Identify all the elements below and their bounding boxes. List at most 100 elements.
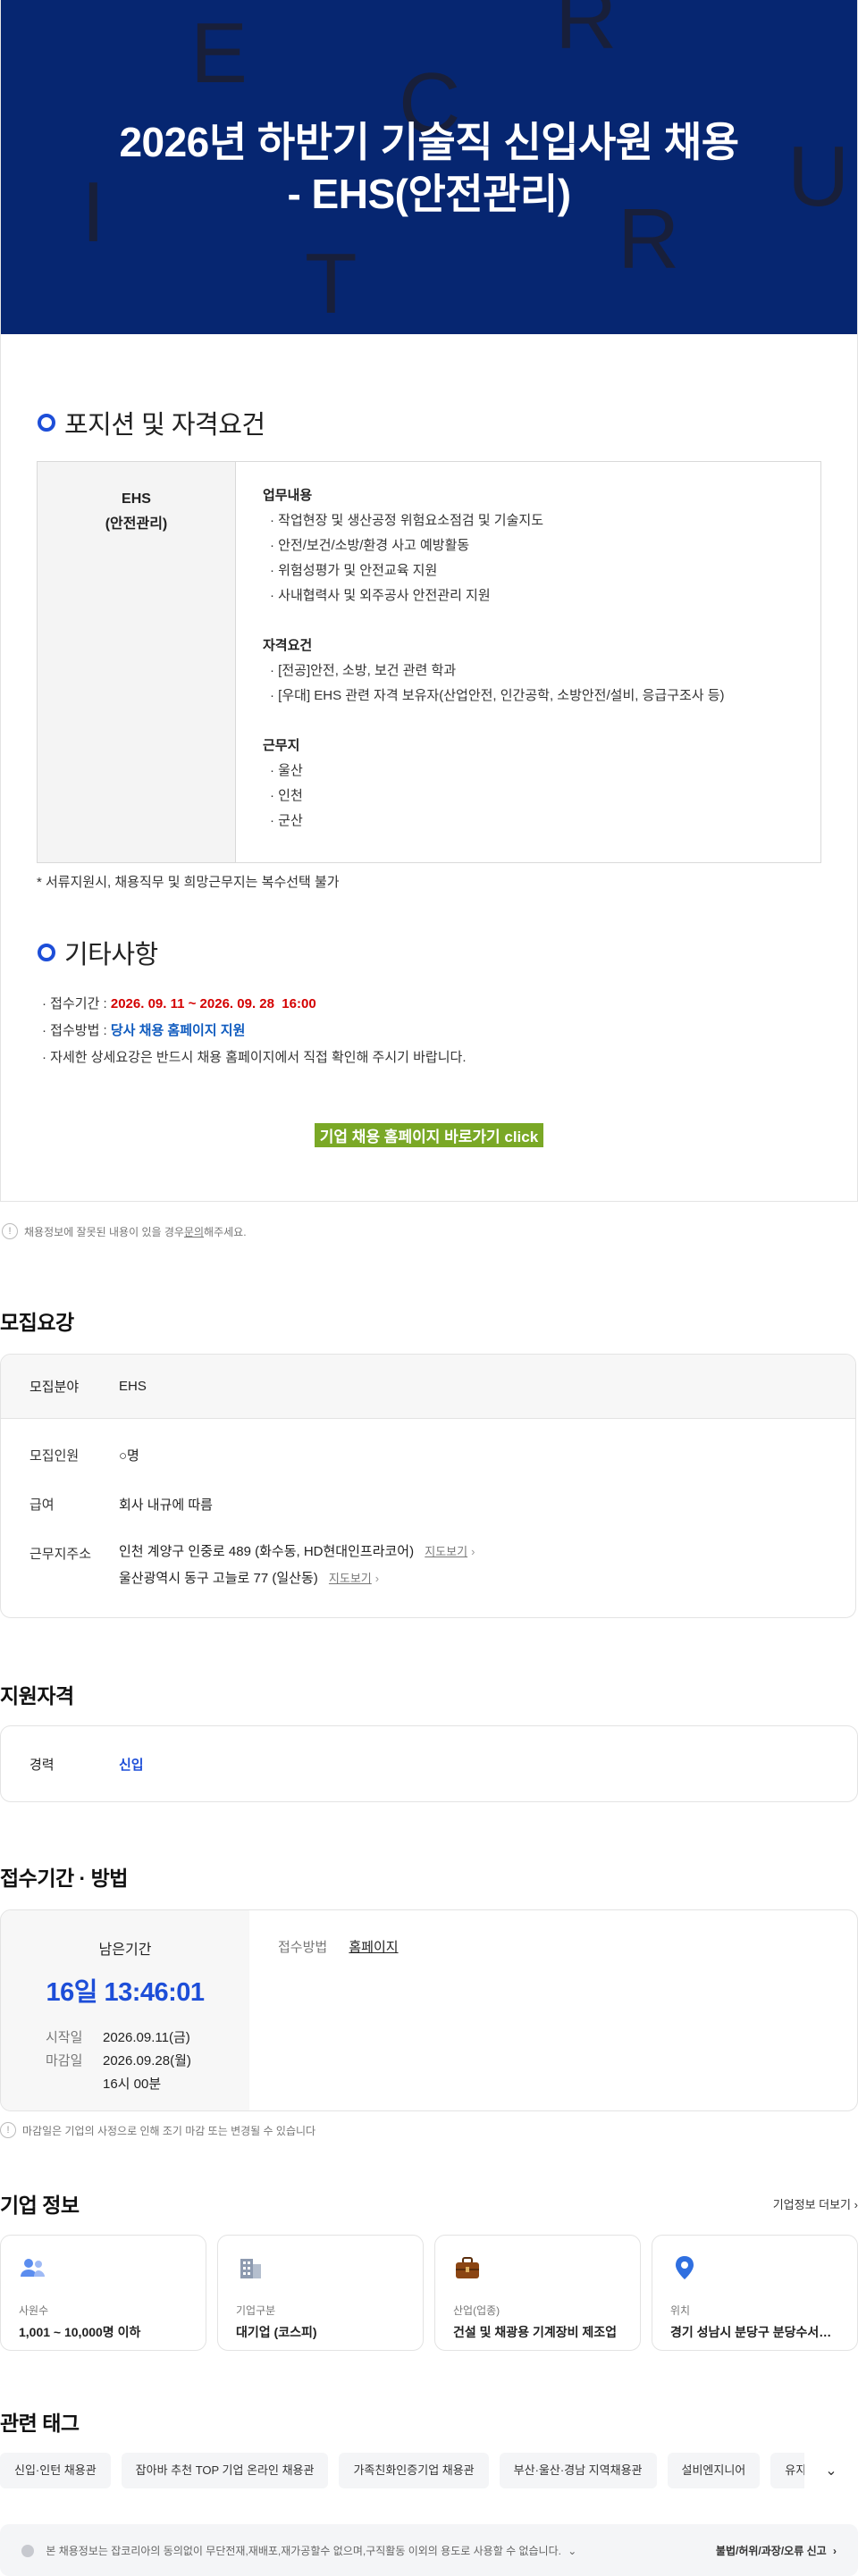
address-line: 인천 계양구 인중로 489 (화수동, HD현대인프라코어) 지도보기 › xyxy=(119,1539,475,1565)
apply-method-panel: 접수방법 홈페이지 xyxy=(249,1910,427,2110)
qualification-box: 경력 신입 xyxy=(0,1725,858,1802)
locations-title: 근무지 xyxy=(263,738,300,753)
start-label: 시작일 xyxy=(46,2030,83,2045)
remaining-time-panel: 남은기간 16일 13:46:01 시작일 2026.09.11(금) 마감일 20… xyxy=(1,1910,249,2110)
address2-text: 울산광역시 동구 고늘로 77 (일산동) xyxy=(119,1571,318,1586)
position-name-line1: EHS xyxy=(122,491,151,507)
tags-expand-button[interactable]: ⌄ xyxy=(804,2453,858,2488)
career-label: 경력 xyxy=(29,1757,55,1773)
duty-item: 위험성평가 및 안전교육 지원 xyxy=(263,558,725,583)
company-section: 기업 정보 기업정보 더보기 › 사원수 1,001 ~ 10,000명 이하 … xyxy=(0,2188,858,2351)
tag-item[interactable]: 부산·울산·경남 지역채용관 xyxy=(499,2453,657,2488)
position-name: EHS (안전관리) xyxy=(38,462,236,862)
count-value: ○명 xyxy=(119,1448,139,1464)
tag-list: 신입·인턴 채용관 잡아바 추천 TOP 기업 온라인 채용관 가족친화인증기업… xyxy=(0,2453,858,2488)
etc-period: 접수기간 : 2026. 09. 11 ~ 2026. 09. 28 16:00 xyxy=(42,991,821,1018)
card-value: 대기업 (코스피) xyxy=(236,2325,317,2339)
report-abuse-link[interactable]: 불법/허위/과장/오류 신고 › xyxy=(716,2543,837,2558)
recruit-box: 모집분야 EHS 모집인원 ○명 급여 회사 내규에 따름 근무지주소 인천 계… xyxy=(0,1354,856,1618)
period-box: 남은기간 16일 13:46:01 시작일 2026.09.11(금) 마감일 20… xyxy=(0,1909,858,2111)
report-inquiry-link[interactable]: 문의 xyxy=(184,1224,204,1239)
apply-method-label: 접수방법 xyxy=(278,1940,328,1955)
report-notice: ! 채용정보에 잘못된 내용이 있을 경우 문의 해주세요. xyxy=(2,1223,858,1239)
locations-group: 근무지 울산 인천 군산 xyxy=(263,734,725,834)
card-value: 건설 및 채광용 기계장비 제조업 xyxy=(453,2325,617,2339)
etc-method: 접수방법 : 당사 채용 홈페이지 지원 xyxy=(42,1018,821,1045)
etc-list: 접수기간 : 2026. 09. 11 ~ 2026. 09. 28 16:00… xyxy=(37,991,821,1071)
etc-detail: 자세한 상세요강은 반드시 채용 홈페이지에서 직접 확인해 주시기 바랍니다. xyxy=(42,1045,821,1071)
building-icon xyxy=(240,2259,261,2278)
tag-item[interactable]: 신입·인턴 채용관 xyxy=(0,2453,111,2488)
etc-period-label: 접수기간 : xyxy=(50,996,111,1011)
chevron-right-icon: › xyxy=(854,2197,858,2211)
card-value: 1,001 ~ 10,000명 이하 xyxy=(19,2325,141,2339)
company-title: 기업 정보 xyxy=(0,2194,80,2217)
job-poster: E R C I R T U 2026년 하반기 기술직 신입사원 채용 - EH… xyxy=(0,0,858,1202)
card-value: 경기 성남시 분당구 분당수서로 477 xyxy=(670,2325,839,2339)
map-link[interactable]: 지도보기 xyxy=(329,1572,372,1585)
qualification-section: 지원자격 경력 신입 xyxy=(0,1679,858,1802)
section-title-text: 포지션 및 자격요건 xyxy=(64,411,265,440)
chevron-down-icon[interactable]: ⌄ xyxy=(568,2545,576,2557)
duties-title: 업무내용 xyxy=(263,488,313,503)
location-item: 군산 xyxy=(263,809,725,834)
position-name-line2: (안전관리) xyxy=(105,516,168,532)
section-title-position: 포지션 및 자격요건 xyxy=(37,404,821,441)
banner-bg-letter: E xyxy=(190,5,248,101)
poster-title: 2026년 하반기 기술직 신입사원 채용 - EHS(안전관리) xyxy=(1,116,857,220)
info-icon: ! xyxy=(0,2122,16,2138)
tag-item[interactable]: 가족친화인증기업 채용관 xyxy=(339,2453,489,2488)
notice-dot-icon xyxy=(21,2545,34,2558)
poster-banner: E R C I R T U 2026년 하반기 기술직 신입사원 채용 - EH… xyxy=(1,0,857,334)
field-value: EHS xyxy=(119,1379,147,1394)
company-card-location: 위치 경기 성남시 분당구 분당수서로 477 xyxy=(652,2235,858,2351)
tag-item[interactable]: 잡아바 추천 TOP 기업 온라인 채용관 xyxy=(121,2453,329,2488)
field-label: 모집분야 xyxy=(29,1380,80,1395)
report-abuse-text: 불법/허위/과장/오류 신고 xyxy=(715,2544,827,2557)
report-text-after: 해주세요. xyxy=(204,1225,247,1238)
qualification-title: 지원자격 xyxy=(0,1684,74,1708)
duties-group: 업무내용 작업현장 및 생산공정 위험요소점검 및 기술지도 안전/보건/소방/… xyxy=(263,483,725,608)
banner-bg-letter: R xyxy=(555,0,618,67)
chevron-right-icon: › xyxy=(374,1572,380,1585)
end-label: 마감일 xyxy=(46,2053,83,2068)
start-value: 2026.09.11(금) xyxy=(103,2030,190,2045)
period-dates: 시작일 2026.09.11(금) 마감일 2026.09.28(월) 16시 00… xyxy=(1,2026,249,2096)
remain-countdown: 16일 13:46:01 xyxy=(46,1978,205,2007)
period-section: 접수기간 · 방법 남은기간 16일 13:46:01 시작일 2026.09.1… xyxy=(0,1861,858,2138)
requirements-title: 자격요건 xyxy=(263,638,313,653)
company-more-link[interactable]: 기업정보 더보기 › xyxy=(773,2195,858,2212)
footer-text: 본 채용정보는 잡코리아의 동의없이 무단전재,재배포,재가공할수 없으며,구직… xyxy=(46,2544,561,2557)
recruit-section: 모집요강 모집분야 EHS 모집인원 ○명 급여 회사 내규에 따름 근무지주소… xyxy=(0,1305,858,1618)
position-table: EHS (안전관리) 업무내용 작업현장 및 생산공정 위험요소점검 및 기술지… xyxy=(37,461,821,863)
period-note-text: 마감일은 기업의 사정으로 인해 조기 마감 또는 변경될 수 있습니다 xyxy=(22,2124,316,2137)
location-pin-icon xyxy=(676,2256,694,2279)
position-details: 업무내용 작업현장 및 생산공정 위험요소점검 및 기술지도 안전/보건/소방/… xyxy=(236,462,752,862)
map-link[interactable]: 지도보기 xyxy=(425,1545,467,1558)
footer-notice: 본 채용정보는 잡코리아의 동의없이 무단전재,재배포,재가공할수 없으며,구직… xyxy=(0,2524,858,2576)
tag-item[interactable]: 설비엔지니어 xyxy=(667,2453,761,2488)
info-icon: ! xyxy=(2,1223,18,1239)
duty-item: 사내협력사 및 외주공사 안전관리 지원 xyxy=(263,583,725,608)
company-card-industry: 산업(업종) 건설 및 채광용 기계장비 제조업 xyxy=(434,2235,641,2351)
company-more-text: 기업정보 더보기 xyxy=(772,2197,852,2211)
poster-title-line2: - EHS(안전관리) xyxy=(287,171,571,217)
poster-title-line1: 2026년 하반기 기술직 신입사원 채용 xyxy=(119,119,739,165)
recruit-field-row: 모집분야 EHS xyxy=(1,1355,855,1419)
company-cards: 사원수 1,001 ~ 10,000명 이하 기업구분 대기업 (코스피) 산업… xyxy=(0,2235,858,2351)
address1-text: 인천 계양구 인중로 489 (화수동, HD현대인프라코어) xyxy=(119,1544,415,1559)
remain-label: 남은기간 xyxy=(98,1942,152,1958)
apply-homepage-link[interactable]: 홈페이지 xyxy=(349,1940,398,1955)
recruit-salary-row: 급여 회사 내규에 따름 xyxy=(1,1495,855,1514)
company-homepage-button[interactable]: 기업 채용 홈페이지 바로가기 click xyxy=(314,1123,544,1147)
card-label: 기업구분 xyxy=(236,2304,276,2317)
location-item: 울산 xyxy=(263,759,725,784)
ring-bullet-icon xyxy=(38,414,55,432)
company-card-type: 기업구분 대기업 (코스피) xyxy=(217,2235,424,2351)
requirement-item: [우대] EHS 관련 자격 보유자(산업안전, 인간공학, 소방안전/설비, … xyxy=(263,684,724,709)
salary-label: 급여 xyxy=(29,1498,55,1513)
count-label: 모집인원 xyxy=(29,1448,80,1464)
tags-title: 관련 태그 xyxy=(0,2412,80,2435)
requirements-group: 자격요건 [전공]안전, 소방, 보건 관련 학과 [우대] EHS 관련 자격… xyxy=(263,634,725,709)
address-line: 울산광역시 동구 고늘로 77 (일산동) 지도보기 › xyxy=(119,1565,475,1592)
